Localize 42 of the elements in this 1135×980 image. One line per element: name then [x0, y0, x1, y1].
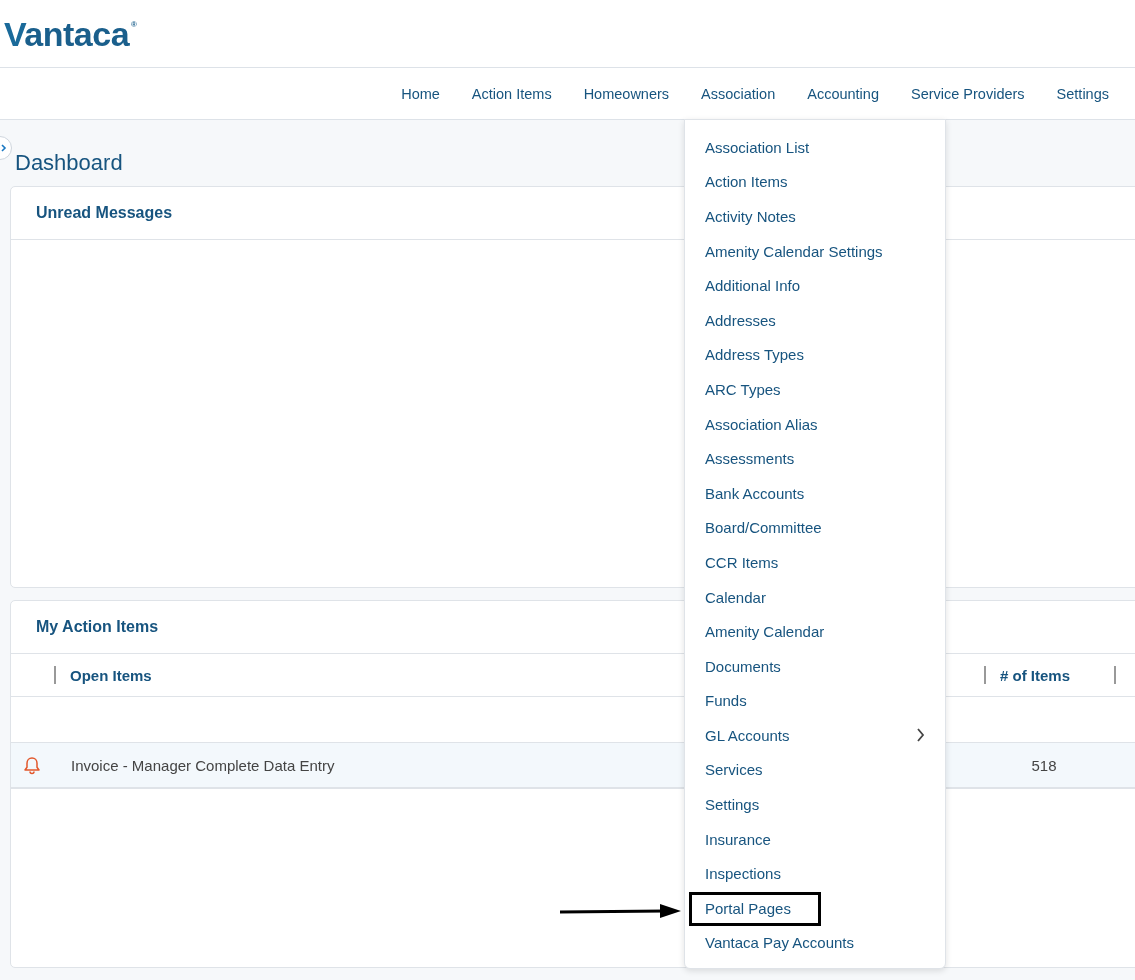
table-cell: Invoice - Manager Complete Data Entry: [71, 756, 335, 774]
chevron-right-icon: [1, 144, 7, 152]
registered-mark: ®: [131, 20, 137, 29]
table-cell: 518: [1031, 756, 1057, 774]
menu-item[interactable]: Funds: [685, 683, 945, 719]
nav-link[interactable]: Homeowners: [567, 79, 686, 108]
nav-link[interactable]: Settings: [1040, 79, 1125, 108]
menu-item[interactable]: ARC Types: [685, 372, 945, 407]
vantaca-logo-text: Vantaca: [4, 16, 130, 51]
menu-item[interactable]: Amenity Calendar: [685, 614, 945, 649]
menu-item[interactable]: Portal Pages: [685, 891, 945, 926]
menu-item[interactable]: Address Types: [685, 337, 945, 373]
menu-item[interactable]: Activity Notes: [685, 199, 945, 234]
menu-item[interactable]: Services: [685, 752, 945, 788]
menu-item[interactable]: Bank Accounts: [685, 475, 945, 511]
card-title: My Action Items: [36, 618, 159, 636]
menu-item[interactable]: Inspections: [685, 856, 945, 892]
menu-item[interactable]: Calendar: [685, 579, 945, 615]
menu-item[interactable]: Association Alias: [685, 406, 945, 442]
menu-item[interactable]: GL Accounts: [685, 718, 945, 753]
nav-link[interactable]: Association: [685, 79, 792, 108]
menu-item[interactable]: Vantaca Pay Accounts: [685, 925, 945, 961]
nav-link[interactable]: Accounting: [791, 79, 895, 108]
menu-item[interactable]: Settings: [685, 787, 945, 822]
nav-link[interactable]: Service Providers: [894, 79, 1041, 108]
menu-item[interactable]: Assessments: [685, 441, 945, 476]
card-title: Unread Messages: [36, 204, 173, 222]
menu-item[interactable]: Board/Committee: [685, 510, 945, 546]
page-title: Dashboard: [15, 150, 124, 176]
menu-item[interactable]: Documents: [685, 648, 945, 684]
menu-item[interactable]: Amenity Calendar Settings: [685, 233, 945, 269]
menu-item[interactable]: Action Items: [685, 164, 945, 200]
nav-link[interactable]: Home: [385, 79, 456, 108]
column-header[interactable]: Open Items: [70, 666, 152, 684]
menu-item[interactable]: Association List: [685, 130, 945, 165]
menu-item[interactable]: CCR Items: [685, 545, 945, 580]
menu-item[interactable]: Additional Info: [685, 268, 945, 303]
bell-icon: [23, 755, 41, 775]
column-header[interactable]: # of Items: [1000, 666, 1071, 684]
menu-item[interactable]: Insurance: [685, 821, 945, 857]
nav-link[interactable]: Action Items: [455, 79, 568, 108]
menu-item[interactable]: Addresses: [685, 302, 945, 338]
